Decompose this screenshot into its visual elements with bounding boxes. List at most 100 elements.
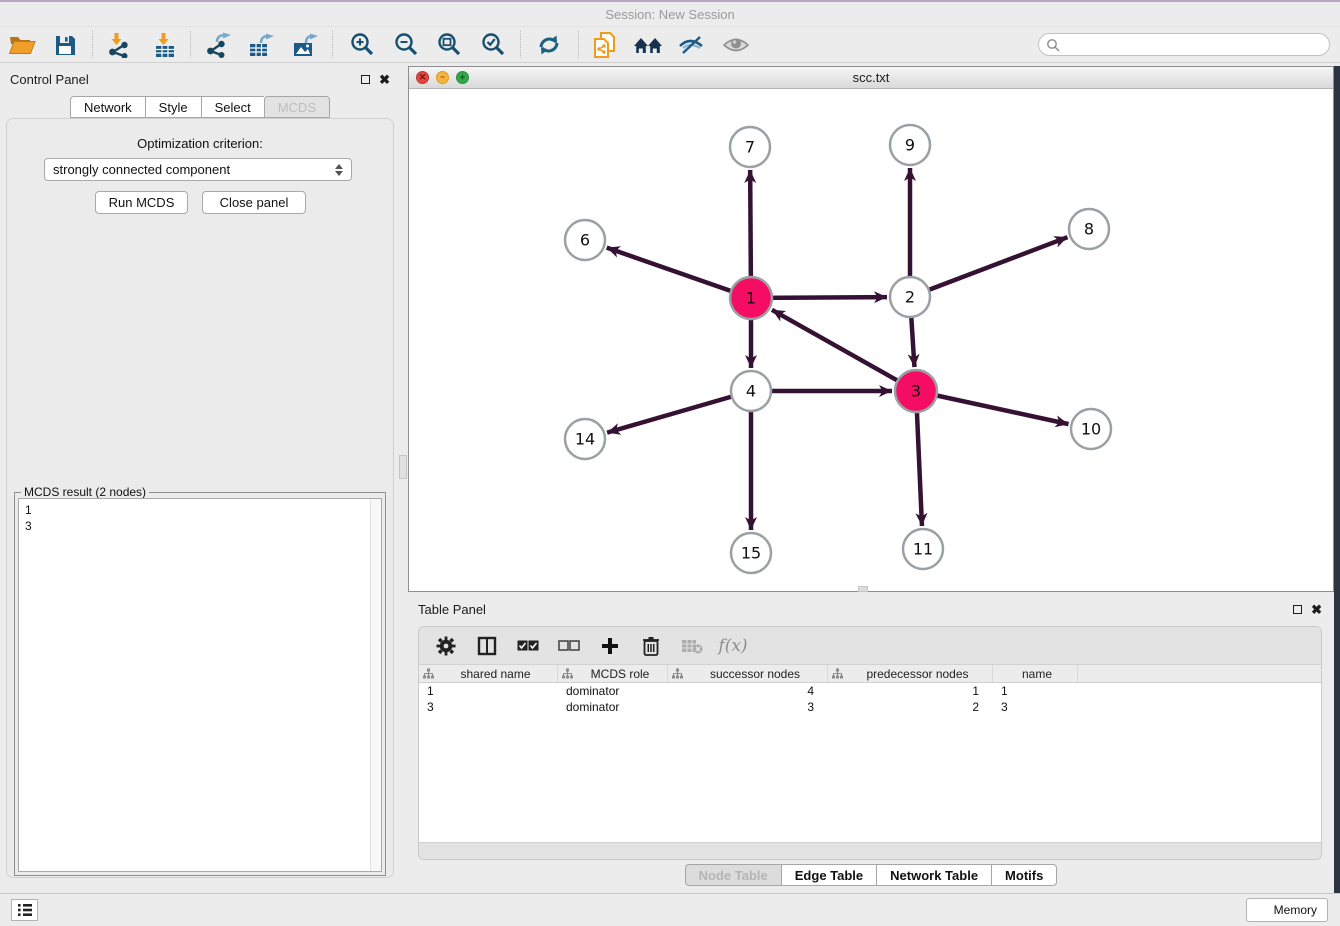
home-icon	[632, 33, 664, 57]
mcds-result-group: MCDS result (2 nodes) 1 3	[14, 492, 386, 876]
graph-node-label: 4	[746, 382, 756, 401]
table-panel-header: Table Panel ✖	[418, 598, 1322, 620]
open-session-button[interactable]	[6, 30, 38, 60]
memory-status-dot	[1257, 905, 1268, 916]
graph-edge-2-8[interactable]	[910, 237, 1067, 297]
select-all-columns-button[interactable]	[515, 634, 541, 658]
search-input[interactable]	[1064, 36, 1329, 54]
mcds-result-line: 3	[25, 518, 375, 534]
float-panel-icon[interactable]	[361, 75, 370, 84]
window-minimize-button[interactable]: −	[436, 71, 449, 84]
save-session-button[interactable]	[49, 30, 81, 60]
column-header-successor-nodes[interactable]: successor nodes	[668, 665, 828, 682]
deselect-all-columns-button[interactable]	[556, 634, 582, 658]
attribute-tree-icon	[672, 668, 683, 679]
export-image-button[interactable]	[289, 30, 321, 60]
table-cell: 3	[419, 699, 558, 715]
panel-splitter-handle[interactable]	[399, 455, 407, 479]
import-table-icon	[152, 32, 178, 58]
show-column-button[interactable]	[474, 634, 500, 658]
function-builder-button[interactable]: f(x)	[720, 634, 746, 658]
table-row[interactable]: 3dominator323	[419, 699, 1321, 715]
toolbar-separator	[92, 31, 93, 58]
add-column-button[interactable]	[597, 634, 623, 658]
refresh-icon	[535, 32, 563, 58]
window-zoom-button[interactable]: +	[456, 71, 469, 84]
delete-table-button[interactable]	[679, 634, 705, 658]
graph-edge-1-6[interactable]	[607, 248, 751, 298]
column-header-MCDS-role[interactable]: MCDS role	[558, 665, 668, 682]
graph-node-label: 6	[580, 231, 590, 250]
settings-button[interactable]	[433, 634, 459, 658]
float-panel-icon[interactable]	[1293, 605, 1302, 614]
column-header-shared-name[interactable]: shared name	[419, 665, 558, 682]
save-icon	[53, 33, 77, 57]
graph-node-label: 14	[575, 430, 595, 449]
search-box	[1038, 33, 1330, 56]
close-panel-button[interactable]: Close panel	[202, 191, 306, 214]
graph-node-label: 3	[911, 382, 921, 401]
zoom-in-button[interactable]	[346, 30, 378, 60]
task-history-button[interactable]	[11, 899, 38, 921]
home-button[interactable]	[632, 30, 664, 60]
refresh-view-button[interactable]	[533, 30, 565, 60]
graph-node-label: 1	[746, 289, 756, 308]
column-header-predecessor-nodes[interactable]: predecessor nodes	[828, 665, 993, 682]
control-panel-title: Control Panel	[10, 72, 89, 87]
toolbar-separator	[578, 31, 579, 58]
toolbar-separator	[190, 31, 191, 58]
window-close-button[interactable]: ✕	[416, 71, 429, 84]
table-cell: 2	[828, 699, 993, 715]
table-cell: 4	[668, 683, 828, 699]
zoom-fit-button[interactable]	[433, 30, 465, 60]
close-panel-icon[interactable]: ✖	[1311, 605, 1322, 614]
tab-motifs[interactable]: Motifs	[991, 864, 1057, 886]
import-network-button[interactable]	[102, 30, 134, 60]
network-graph[interactable]: 7968124314101511	[409, 89, 1333, 591]
table-rows: 1dominator4113dominator323	[419, 683, 1321, 715]
memory-button[interactable]: Memory	[1246, 898, 1328, 922]
import-table-button[interactable]	[149, 30, 181, 60]
export-image-icon	[291, 32, 319, 58]
zoom-out-icon	[393, 32, 419, 58]
graph-edge-4-14[interactable]	[607, 391, 751, 433]
plus-icon	[601, 637, 619, 655]
column-header-name[interactable]: name	[993, 665, 1078, 682]
eye-slash-icon	[677, 33, 705, 57]
run-mcds-button[interactable]: Run MCDS	[95, 191, 188, 214]
tab-network[interactable]: Network	[70, 96, 145, 118]
close-panel-icon[interactable]: ✖	[379, 75, 390, 84]
control-panel-tabs: NetworkStyleSelectMCDS	[0, 96, 400, 118]
tab-style[interactable]: Style	[145, 96, 201, 118]
clone-network-icon	[591, 31, 619, 59]
unchecked-boxes-icon	[558, 640, 580, 652]
table-cell: dominator	[558, 699, 668, 715]
graph-edge-3-10[interactable]	[916, 391, 1069, 424]
zoom-out-button[interactable]	[390, 30, 422, 60]
tab-select[interactable]: Select	[201, 96, 264, 118]
import-network-icon	[105, 32, 131, 58]
export-table-button[interactable]	[245, 30, 277, 60]
hide-graphics-details-button[interactable]	[675, 30, 707, 60]
tab-node-table[interactable]: Node Table	[685, 864, 781, 886]
clone-network-button[interactable]	[589, 30, 621, 60]
zoom-selected-button[interactable]	[477, 30, 509, 60]
graph-edge-3-1[interactable]	[772, 310, 916, 391]
tab-network-table[interactable]: Network Table	[876, 864, 991, 886]
show-graphics-details-button[interactable]	[720, 30, 752, 60]
search-icon	[1046, 38, 1060, 52]
tab-mcds[interactable]: MCDS	[264, 96, 330, 118]
table-tabs: Node TableEdge TableNetwork TableMotifs	[408, 864, 1334, 886]
optimization-criterion-select[interactable]: strongly connected component	[44, 158, 352, 181]
tab-edge-table[interactable]: Edge Table	[781, 864, 876, 886]
table-row[interactable]: 1dominator411	[419, 683, 1321, 699]
table-footer	[419, 842, 1321, 859]
optimization-criterion-value: strongly connected component	[53, 162, 230, 177]
export-network-button[interactable]	[202, 30, 234, 60]
network-window-titlebar[interactable]: scc.txt ✕ − +	[409, 67, 1333, 89]
zoom-in-icon	[349, 32, 375, 58]
trash-icon	[642, 636, 660, 656]
result-scrollbar[interactable]	[370, 499, 381, 871]
delete-column-button[interactable]	[638, 634, 664, 658]
network-window-title: scc.txt	[409, 70, 1333, 85]
